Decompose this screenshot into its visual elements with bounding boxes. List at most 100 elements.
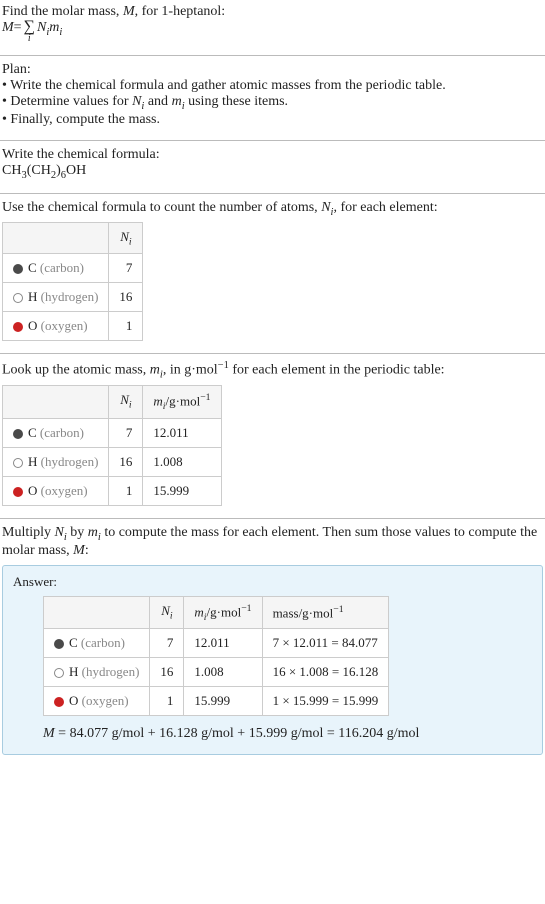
text: by <box>67 525 88 540</box>
var-M: M <box>73 543 85 558</box>
answer-label: Answer: <box>13 574 532 590</box>
element-symbol: O <box>28 318 37 333</box>
element-name: (carbon) <box>37 425 84 440</box>
mass-value: 15.999 <box>184 687 262 716</box>
divider <box>0 193 545 194</box>
text: Use the chemical formula to count the nu… <box>2 200 321 215</box>
result-section: Multiply Ni by mi to compute the mass fo… <box>0 521 545 561</box>
chem-formula-section: Write the chemical formula: CH3(CH2)6OH <box>0 143 545 191</box>
atom-count-table: Ni C (carbon) 7 H (hydrogen) 16 O (oxyge… <box>2 222 143 342</box>
element-dot-hydrogen <box>13 293 23 303</box>
count-value: 1 <box>150 687 184 716</box>
divider <box>0 353 545 354</box>
element-dot-carbon <box>13 429 23 439</box>
var-m: m <box>150 363 160 378</box>
element-name: (oxygen) <box>37 483 87 498</box>
plan-item: • Determine values for Ni and mi using t… <box>2 94 543 112</box>
plan-title: Plan: <box>2 62 543 78</box>
table-row: O (oxygen) 1 15.999 1 × 15.999 = 15.999 <box>44 687 389 716</box>
var-n: N <box>55 525 64 540</box>
final-calc: = 84.077 g/mol + 16.128 g/mol + 15.999 g… <box>55 726 420 741</box>
plan-item: • Write the chemical formula and gather … <box>2 78 543 94</box>
element-name: (carbon) <box>78 635 125 650</box>
unit-sup: −1 <box>218 360 229 371</box>
element-name: (hydrogen) <box>37 289 98 304</box>
mass-value: 12.011 <box>184 629 262 658</box>
text: for each element in the periodic table: <box>229 363 445 378</box>
var-n: N <box>321 200 330 215</box>
element-name: (oxygen) <box>78 693 128 708</box>
eq-m: m <box>49 20 59 35</box>
table-row: O (oxygen) 1 <box>3 312 143 341</box>
formula-part: OH <box>66 163 86 178</box>
element-dot-carbon <box>54 639 64 649</box>
eq-sign: = <box>14 20 22 36</box>
var-m: m <box>172 94 182 109</box>
sum-symbol: ∑ i <box>24 20 35 43</box>
element-dot-oxygen <box>54 697 64 707</box>
empty-header <box>3 222 109 254</box>
sum-index: i <box>28 34 31 43</box>
element-cell: H (hydrogen) <box>44 658 150 687</box>
var-M: M <box>43 726 55 741</box>
table-row: H (hydrogen) 16 1.008 16 × 1.008 = 16.12… <box>44 658 389 687</box>
table-header-row: Ni mi/g·mol−1 mass/g·mol−1 <box>44 596 389 629</box>
mass-calc: 16 × 1.008 = 16.128 <box>262 658 389 687</box>
count-value: 7 <box>150 629 184 658</box>
col-ni: Ni <box>109 385 143 418</box>
element-symbol: C <box>28 260 37 275</box>
element-dot-hydrogen <box>13 458 23 468</box>
divider <box>0 518 545 519</box>
empty-header <box>3 385 109 418</box>
var-m: M <box>123 4 135 19</box>
eq-m-sub: i <box>59 27 62 38</box>
table-row: H (hydrogen) 16 1.008 <box>3 447 222 476</box>
intro-section: Find the molar mass, M, for 1-heptanol: … <box>0 0 545 53</box>
element-cell: O (oxygen) <box>3 312 109 341</box>
text: , for each element: <box>333 200 437 215</box>
col-mass: mass/g·mol−1 <box>262 596 389 629</box>
mass-value: 1.008 <box>184 658 262 687</box>
col-mi: mi/g·mol−1 <box>143 385 221 418</box>
table-row: C (carbon) 7 12.011 <box>3 418 222 447</box>
plan-section: Plan: • Write the chemical formula and g… <box>0 58 545 138</box>
element-cell: C (carbon) <box>3 254 109 283</box>
table-row: H (hydrogen) 16 <box>3 283 143 312</box>
element-cell: O (oxygen) <box>3 476 109 505</box>
element-symbol: H <box>28 454 37 469</box>
text: Look up the atomic mass, <box>2 363 150 378</box>
mass-value: 12.011 <box>143 418 221 447</box>
table-row: O (oxygen) 1 15.999 <box>3 476 222 505</box>
text: Multiply <box>2 525 55 540</box>
element-dot-oxygen <box>13 487 23 497</box>
eq-lhs: M <box>2 20 14 36</box>
element-symbol: C <box>28 425 37 440</box>
text: and <box>144 94 171 109</box>
divider <box>0 140 545 141</box>
element-cell: C (carbon) <box>44 629 150 658</box>
text: Find the molar mass, <box>2 4 123 19</box>
intro-line: Find the molar mass, M, for 1-heptanol: <box>2 4 543 20</box>
count-value: 16 <box>150 658 184 687</box>
element-symbol: O <box>69 693 78 708</box>
col-ni: Ni <box>150 596 184 629</box>
empty-header <box>44 596 150 629</box>
section-text: Use the chemical formula to count the nu… <box>2 200 543 218</box>
count-value: 16 <box>109 447 143 476</box>
section-title: Write the chemical formula: <box>2 147 543 163</box>
element-symbol: O <box>28 483 37 498</box>
atomic-mass-table: Ni mi/g·mol−1 C (carbon) 7 12.011 H (hyd… <box>2 385 222 506</box>
mass-value: 1.008 <box>143 447 221 476</box>
table-row: C (carbon) 7 12.011 7 × 12.011 = 84.077 <box>44 629 389 658</box>
atom-count-section: Use the chemical formula to count the nu… <box>0 196 545 351</box>
formula-part: (CH <box>27 163 51 178</box>
table-row: C (carbon) 7 <box>3 254 143 283</box>
result-table: Ni mi/g·mol−1 mass/g·mol−1 C (carbon) 7 … <box>43 596 389 717</box>
plan-item: • Finally, compute the mass. <box>2 112 543 128</box>
table-header-row: Ni <box>3 222 143 254</box>
element-dot-hydrogen <box>54 668 64 678</box>
element-name: (hydrogen) <box>78 664 139 679</box>
formula-part: CH <box>2 163 21 178</box>
chemical-formula: CH3(CH2)6OH <box>2 163 543 181</box>
answer-box: Answer: Ni mi/g·mol−1 mass/g·mol−1 C (ca… <box>2 565 543 756</box>
